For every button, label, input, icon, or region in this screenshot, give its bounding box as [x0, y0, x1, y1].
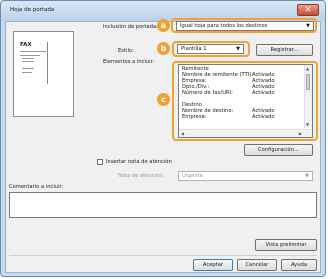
scroll-up-icon[interactable]: ▲	[306, 66, 309, 71]
help-button[interactable]: Ayuda	[281, 259, 317, 271]
preview-line	[22, 72, 32, 73]
configuration-button[interactable]: Configuración...	[244, 144, 313, 156]
scroll-right-icon[interactable]: ▶	[299, 131, 302, 136]
vertical-scrollbar[interactable]: ▲ ▼	[304, 65, 312, 128]
preview-rule	[47, 42, 48, 84]
comment-label: Comentario a incluir:	[9, 184, 64, 190]
preview-line	[20, 55, 40, 56]
dropdown-arrow-icon: ▼	[306, 23, 310, 29]
elements-label: Elementos a incluir:	[103, 59, 155, 65]
cancel-button[interactable]: Cancelar	[237, 259, 277, 271]
window-title: Hoja de portada	[10, 7, 55, 13]
attention-note-value: Urgente	[182, 173, 203, 179]
elements-listbox[interactable]: Remitente Nombre de remitente (TTI): Acti…	[178, 64, 313, 138]
attention-note-checkbox[interactable]	[97, 159, 103, 165]
attention-note-select[interactable]: Urgente ▼	[178, 171, 313, 181]
dropdown-arrow-icon: ▼	[236, 46, 240, 52]
preview-line	[22, 58, 34, 59]
inclusion-value: Igual hoja para todos los destinos	[180, 23, 268, 29]
callout-c: c	[157, 93, 170, 106]
divider	[9, 255, 317, 256]
register-button[interactable]: Registrar...	[256, 44, 313, 56]
scroll-down-icon[interactable]: ▼	[306, 122, 309, 127]
attention-note-label: Nota de atención:	[118, 173, 165, 179]
cover-sheet-window: Hoja de portada ✕ FAX Inclusión de porta…	[0, 0, 326, 277]
preview-line	[20, 51, 46, 52]
dialog-body: FAX Inclusión de portada: a Igual hoja p…	[5, 18, 321, 273]
callout-a: a	[157, 19, 170, 32]
accept-button[interactable]: Aceptar	[193, 259, 233, 271]
close-button[interactable]: ✕	[297, 4, 319, 16]
dropdown-arrow-icon: ▼	[305, 173, 309, 179]
inclusion-select[interactable]: Igual hoja para todos los destinos ▼	[176, 21, 314, 31]
style-select[interactable]: Plantilla 1 ▼	[177, 44, 244, 54]
style-value: Plantilla 1	[181, 46, 207, 52]
comment-textarea[interactable]	[9, 192, 317, 218]
scroll-left-icon[interactable]: ◀	[181, 131, 184, 136]
scroll-thumb[interactable]	[306, 74, 310, 90]
style-label: Estilo:	[118, 48, 134, 54]
preview-line	[22, 68, 34, 69]
preview-line	[22, 61, 34, 62]
preview-button[interactable]: Vista preliminar	[255, 239, 317, 251]
callout-b: b	[157, 42, 170, 55]
attention-note-checkbox-label: Insertar nota de atención	[106, 159, 172, 165]
inclusion-label: Inclusión de portada:	[103, 24, 158, 30]
cover-preview-thumbnail: FAX	[13, 31, 74, 117]
horizontal-scrollbar[interactable]: ◀ ▶	[179, 129, 312, 137]
preview-fax-text: FAX	[20, 42, 32, 48]
